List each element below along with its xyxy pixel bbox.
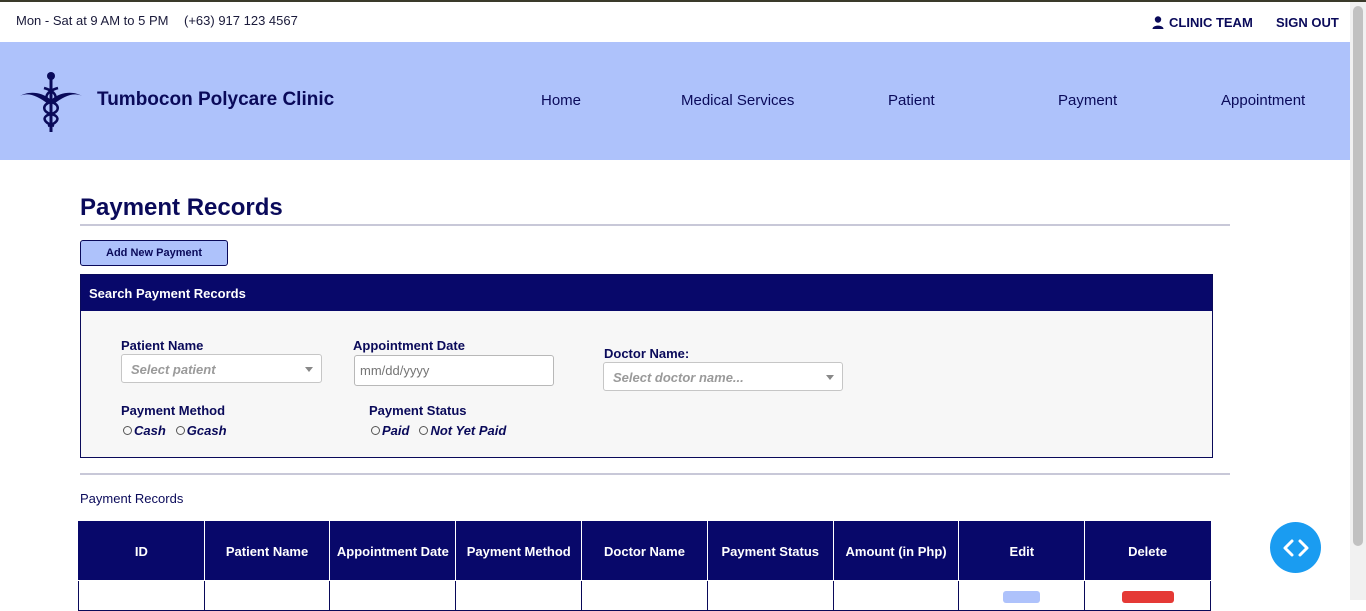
user-icon — [1152, 16, 1164, 29]
payment-method-options: Cash Gcash — [123, 423, 237, 438]
delete-button[interactable] — [1121, 591, 1174, 603]
clinic-team-link[interactable]: CLINIC TEAM — [1152, 15, 1253, 30]
main-navbar: Tumbocon Polycare Clinic Home Medical Se… — [0, 42, 1350, 160]
clinic-team-label: CLINIC TEAM — [1169, 15, 1253, 30]
column-header-patient-name[interactable]: Patient Name — [203, 521, 331, 581]
table-cell — [78, 580, 205, 611]
nav-item-patient[interactable]: Patient — [888, 92, 935, 109]
code-icon — [1283, 539, 1308, 556]
payment-method-option-cash[interactable]: Cash — [123, 423, 166, 438]
radio-button[interactable] — [371, 426, 380, 435]
nav-item-appointment[interactable]: Appointment — [1221, 92, 1305, 109]
payment-method-label: Payment Method — [121, 403, 226, 418]
page-scrollbar[interactable] — [1350, 2, 1366, 600]
table-cell — [958, 580, 1086, 611]
payment-records-table: ID Patient Name Appointment Date Payment… — [78, 521, 1211, 611]
chevron-down-icon — [305, 367, 313, 372]
top-info-bar: Mon - Sat at 9 AM to 5 PM (+63) 917 123 … — [0, 2, 1350, 42]
column-header-appointment-date[interactable]: Appointment Date — [329, 521, 457, 581]
doctor-name-placeholder: Select doctor name... — [613, 370, 744, 385]
table-cell — [1084, 580, 1211, 611]
patient-name-placeholder: Select patient — [131, 362, 216, 377]
scrollbar-thumb[interactable] — [1353, 6, 1363, 546]
radio-button[interactable] — [419, 426, 429, 435]
title-divider — [80, 224, 1230, 226]
payment-method-option-gcash[interactable]: Gcash — [175, 423, 227, 438]
table-cell — [832, 580, 960, 611]
records-section-label: Payment Records — [80, 491, 184, 506]
column-header-payment-method[interactable]: Payment Method — [455, 521, 583, 581]
column-header-delete: Delete — [1084, 521, 1211, 581]
doctor-name-label: Doctor Name: — [604, 346, 690, 361]
sign-out-link[interactable]: SIGN OUT — [1276, 15, 1339, 30]
add-new-payment-button[interactable]: Add New Payment — [80, 240, 228, 266]
clinic-brand-name[interactable]: Tumbocon Polycare Clinic — [97, 89, 334, 111]
nav-item-medical-services[interactable]: Medical Services — [681, 92, 794, 109]
column-header-id[interactable]: ID — [78, 521, 205, 581]
column-header-doctor-name[interactable]: Doctor Name — [581, 521, 708, 581]
patient-name-select[interactable]: Select patient — [121, 354, 322, 383]
edit-button[interactable] — [1003, 591, 1041, 603]
appointment-date-label: Appointment Date — [353, 338, 465, 353]
nav-item-home[interactable]: Home — [541, 92, 581, 109]
table-row — [78, 580, 1211, 611]
radio-button[interactable] — [175, 426, 185, 435]
table-header-row: ID Patient Name Appointment Date Payment… — [78, 521, 1211, 581]
table-cell — [203, 580, 331, 611]
column-header-payment-status[interactable]: Payment Status — [706, 521, 834, 581]
page-title: Payment Records — [80, 194, 283, 221]
table-cell — [706, 580, 834, 611]
caduceus-icon — [20, 72, 82, 132]
search-payment-panel: Search Payment Records Patient Name Sele… — [80, 274, 1213, 458]
payment-status-label: Payment Status — [369, 403, 467, 418]
section-divider — [80, 473, 1230, 475]
appointment-date-input[interactable] — [354, 355, 554, 386]
doctor-name-select[interactable]: Select doctor name... — [603, 362, 843, 391]
payment-status-options: Paid Not Yet Paid — [371, 423, 516, 438]
table-cell — [329, 580, 457, 611]
payment-status-option-not-yet-paid[interactable]: Not Yet Paid — [419, 423, 506, 438]
search-panel-heading: Search Payment Records — [81, 275, 1212, 311]
phone-number: (+63) 917 123 4567 — [184, 13, 298, 28]
table-cell — [455, 580, 583, 611]
column-header-amount[interactable]: Amount (in Php) — [832, 521, 960, 581]
office-hours: Mon - Sat at 9 AM to 5 PM — [16, 13, 169, 28]
patient-name-label: Patient Name — [121, 338, 204, 353]
payment-status-option-paid[interactable]: Paid — [371, 423, 409, 438]
table-cell — [581, 580, 708, 611]
chevron-down-icon — [826, 375, 834, 380]
column-header-edit: Edit — [958, 521, 1086, 581]
code-toggle-button[interactable] — [1270, 522, 1321, 573]
nav-item-payment[interactable]: Payment — [1058, 92, 1117, 109]
radio-button[interactable] — [123, 426, 132, 435]
